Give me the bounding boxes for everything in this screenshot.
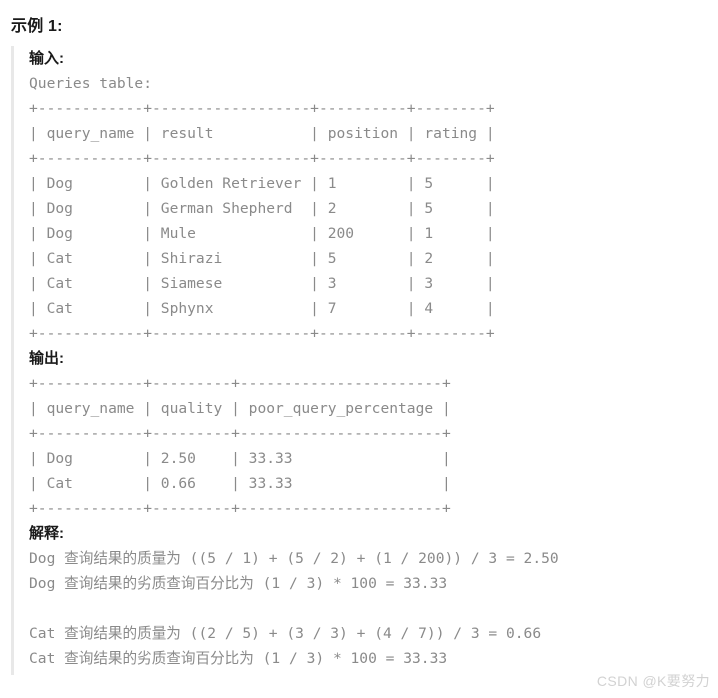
explanation-dog-block: Dog 查询结果的质量为 ((5 / 1) + (5 / 2) + (1 / 2…: [29, 546, 709, 596]
explanation-line: Dog 查询结果的劣质查询百分比为 (1 / 3) * 100 = 33.33: [29, 575, 448, 592]
explanation-line: Cat 查询结果的劣质查询百分比为 (1 / 3) * 100 = 33.33: [29, 650, 448, 667]
explanation-spacer: [29, 596, 709, 621]
explanation-line: Dog 查询结果的质量为 ((5 / 1) + (5 / 2) + (1 / 2…: [29, 550, 559, 567]
explanation-line: Cat 查询结果的质量为 ((2 / 5) + (3 / 3) + (4 / 7…: [29, 625, 542, 642]
example-page: 示例 1: 输入: Queries table: +------------+-…: [0, 0, 718, 698]
page-title: 示例 1:: [11, 18, 63, 35]
input-table-caption: Queries table:: [29, 75, 153, 92]
example-content: 输入: Queries table: +------------+-------…: [29, 46, 709, 671]
blockquote-rule: [11, 46, 14, 675]
input-ascii-table: +------------+------------------+-------…: [29, 100, 495, 342]
csdn-watermark: CSDN @K要努力: [596, 673, 710, 689]
output-label: 输出:: [29, 350, 64, 367]
output-ascii-table: +------------+---------+----------------…: [29, 375, 451, 517]
explanation-cat-block: Cat 查询结果的质量为 ((2 / 5) + (3 / 3) + (4 / 7…: [29, 621, 709, 671]
input-label: 输入:: [29, 50, 64, 67]
explanation-label: 解释:: [29, 525, 64, 542]
